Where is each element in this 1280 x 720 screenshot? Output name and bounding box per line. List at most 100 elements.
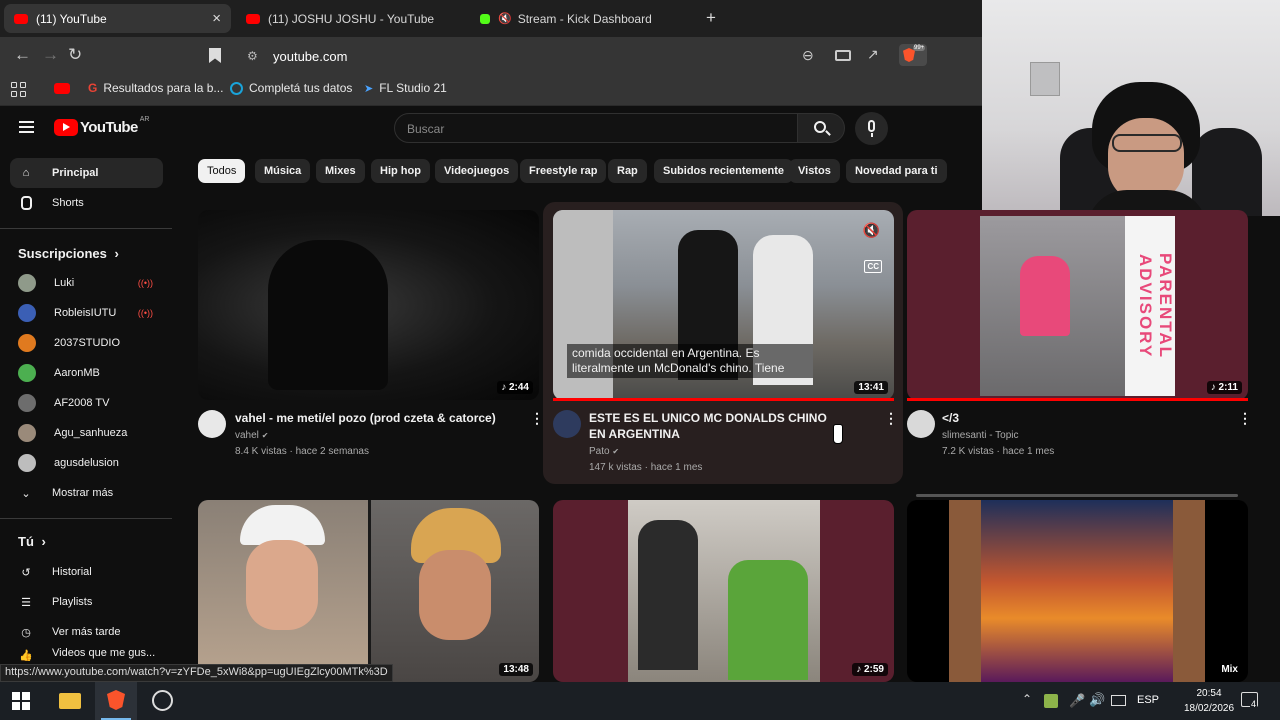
sidebar-item-shorts[interactable]: Shorts [10, 188, 163, 218]
sidebar-item-videos-que-me-gustan[interactable]: 👍 Videos que me gus... [10, 647, 163, 664]
voice-search-button[interactable] [855, 112, 888, 145]
you-header[interactable]: Tú › [18, 534, 46, 549]
more-options-icon[interactable]: ⋮ [1238, 410, 1252, 427]
link-status-bar: https://www.youtube.com/watch?v=zYFDe_5x… [0, 664, 393, 682]
duration-badge: ♪ 2:11 [1206, 381, 1242, 394]
chip-vistos[interactable]: Vistos [789, 159, 840, 183]
chevron-up-icon[interactable]: ⌃ [1022, 692, 1032, 706]
sidebar-item-historial[interactable]: ↺ Historial [10, 557, 163, 587]
video-thumbnail[interactable]: ♪ 2:59 [553, 500, 894, 682]
sidebar-item-sub-aaronmb[interactable]: AaronMB [10, 358, 163, 388]
sidebar-item-principal[interactable]: ⌂ Principal [10, 158, 163, 188]
bookmark-label: FL Studio 21 [379, 81, 447, 95]
duration-badge: ♪ 2:59 [852, 663, 888, 676]
search-button[interactable] [797, 113, 845, 143]
duration-badge: ♪ 2:44 [497, 381, 533, 394]
mute-icon[interactable]: 🔇 [863, 222, 880, 239]
channel-name[interactable]: vahel ✔ [235, 428, 268, 444]
url-text[interactable]: youtube.com [273, 49, 347, 64]
chip-videojuegos[interactable]: Videojuegos [435, 159, 519, 183]
chip-hip-hop[interactable]: Hip hop [371, 159, 430, 183]
video-thumbnail[interactable]: comida occidental en Argentina. Es liter… [553, 210, 894, 400]
sidebar-item-ver-mas-tarde[interactable]: ◷ Ver más tarde [10, 617, 163, 647]
progress-bar [553, 398, 894, 401]
channel-avatar[interactable] [198, 410, 226, 438]
tab-label: (11) YouTube [36, 11, 107, 26]
language-indicator[interactable]: ESP [1137, 694, 1159, 706]
youtube-logo[interactable]: YouTube AR [54, 116, 149, 136]
sidebar-item-sub-2037studio[interactable]: 2037STUDIO [10, 328, 163, 358]
tab-joshu[interactable]: (11) JOSHU JOSHU - YouTube [236, 4, 456, 33]
notification-count: 4 [1250, 699, 1258, 709]
clock[interactable]: 20:54 18/02/2026 [1183, 686, 1235, 716]
avatar [18, 334, 36, 352]
new-tab-button[interactable]: + [706, 8, 716, 28]
apps-grid-icon[interactable] [11, 82, 26, 97]
channel-avatar[interactable] [907, 410, 935, 438]
chip-subidos-recientemente[interactable]: Subidos recientemente [654, 159, 794, 183]
windows-start-icon[interactable] [12, 692, 30, 710]
microphone-tray-icon[interactable]: 🎤 [1069, 693, 1085, 709]
share-icon[interactable]: ↗ [867, 46, 879, 63]
forward-arrow-icon[interactable]: → [42, 45, 59, 65]
chip-novedad-para-ti[interactable]: Novedad para ti [846, 159, 947, 183]
sidebar-item-sub-agusdelusion[interactable]: agusdelusion [10, 448, 163, 478]
search-input[interactable]: Buscar [407, 122, 444, 136]
sidebar-item-sub-robleisiutu[interactable]: RobleisIUTU ((•)) [10, 298, 163, 328]
more-options-icon[interactable]: ⋮ [530, 410, 544, 427]
taskbar-brave-active[interactable] [95, 682, 137, 720]
file-explorer-icon[interactable] [59, 693, 81, 709]
tab-youtube[interactable]: (11) YouTube × [4, 4, 231, 33]
chip-mixes[interactable]: Mixes [316, 159, 365, 183]
watch-later-icon: ◷ [21, 626, 31, 639]
video-thumbnail[interactable]: ♪ 2:44 [198, 210, 539, 400]
tab-label: Stream - Kick Dashboard [517, 11, 652, 26]
reload-icon[interactable]: ↻ [68, 45, 82, 65]
bookmark-completa[interactable]: Completá tus datos [230, 81, 352, 95]
network-icon[interactable] [1111, 695, 1126, 706]
search-box[interactable]: Buscar [394, 113, 798, 143]
sidebar-show-more[interactable]: ⌄ Mostrar más [10, 478, 163, 508]
tab-kick[interactable]: 🔇 Stream - Kick Dashboard [470, 4, 690, 33]
video-title[interactable]: ESTE ES EL UNICO MC DONALDS CHINO EN ARG… [589, 410, 839, 442]
video-title[interactable]: vahel - me meti/el pozo (prod czeta & ca… [235, 410, 525, 426]
back-arrow-icon[interactable]: ← [14, 45, 31, 65]
obs-icon[interactable] [152, 690, 173, 711]
chip-freestyle-rap[interactable]: Freestyle rap [520, 159, 607, 183]
video-thumbnail[interactable]: PARENTAL ADVISORY ♪ 2:11 [907, 210, 1248, 400]
site-settings-icon[interactable]: ⚙ [247, 49, 258, 63]
cast-icon[interactable] [835, 50, 851, 61]
thumbnail-photo [628, 500, 820, 682]
tray-app-icon[interactable] [1044, 694, 1058, 708]
live-icon: ((•)) [137, 278, 153, 288]
thumbnail-artwork [981, 500, 1173, 682]
video-thumbnail[interactable]: Mix [907, 500, 1248, 682]
video-title[interactable]: </3 [942, 410, 1232, 426]
video-thumbnail[interactable]: 13:48 [198, 500, 539, 682]
chip-musica[interactable]: Música [255, 159, 311, 183]
notification-icon[interactable]: 4 [1241, 692, 1258, 709]
bookmark-fl-studio[interactable]: ➤ FL Studio 21 [364, 81, 447, 95]
sidebar-item-sub-agu-sanhueza[interactable]: Agu_sanhueza [10, 418, 163, 448]
close-tab-icon[interactable]: × [212, 10, 221, 27]
chip-todos[interactable]: Todos [198, 159, 246, 183]
zoom-out-icon[interactable]: ⊖ [802, 47, 814, 64]
sidebar-item-sub-luki[interactable]: Luki ((•)) [10, 268, 163, 298]
brave-icon [107, 690, 125, 710]
brave-shields-button[interactable]: 99+ [899, 44, 927, 66]
thumbnail-photo [980, 216, 1125, 396]
bookmark-resultados[interactable]: G Resultados para la b... [88, 81, 223, 95]
more-options-icon[interactable]: ⋮ [884, 410, 898, 427]
sidebar-item-sub-af2008tv[interactable]: AF2008 TV [10, 388, 163, 418]
menu-hamburger-icon[interactable] [19, 121, 34, 133]
chip-rap[interactable]: Rap [608, 159, 647, 183]
muted-speaker-icon[interactable]: 🔇 [498, 12, 512, 25]
channel-name[interactable]: Pato ✔ [589, 444, 619, 460]
channel-avatar[interactable] [553, 410, 581, 438]
sidebar-item-playlists[interactable]: ☰ Playlists [10, 587, 163, 617]
channel-name[interactable]: slimesanti - Topic [942, 428, 1019, 444]
subscriptions-header[interactable]: Suscripciones › [18, 246, 119, 261]
youtube-bookmark-icon[interactable] [54, 83, 70, 94]
closed-captions-icon[interactable]: CC [864, 260, 882, 273]
volume-icon[interactable]: 🔊 [1089, 692, 1105, 708]
